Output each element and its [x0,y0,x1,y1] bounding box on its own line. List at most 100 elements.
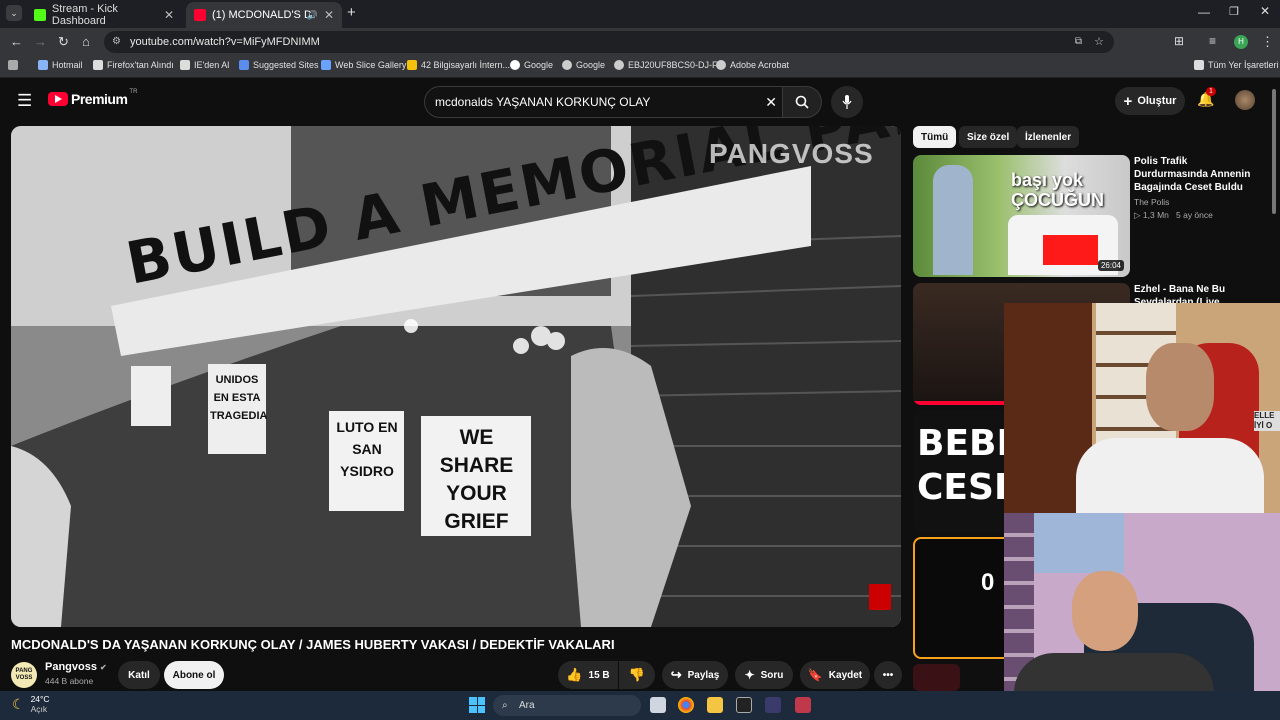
profile-avatar[interactable]: H [1234,35,1248,49]
address-bar-row: ← → ↻ ⌂ ⚙ youtube.com/watch?v=MiFyMFDNIM… [0,28,1280,56]
weather-widget[interactable]: ☾ 24°C Açık [12,694,50,714]
search-icon [795,95,809,109]
channel-name[interactable]: Pangvoss ✔ [45,661,107,673]
reload-icon[interactable]: ↻ [58,34,69,50]
browser-tab-strip: ⌄ Stream - Kick Dashboard ✕ (1) MCDONALD… [0,0,1280,28]
clear-search-icon[interactable]: ✕ [765,87,777,117]
rec-thumbnail-5[interactable] [913,664,960,691]
kick-icon [34,9,46,21]
video-player[interactable]: BUILD A MEMORIAL PARK WE SHARE YOUR GRIE… [11,126,901,627]
tab-kick-dashboard[interactable]: Stream - Kick Dashboard ✕ [26,2,182,28]
url-input[interactable]: ⚙ youtube.com/watch?v=MiFyMFDNIMM ⧉ ☆ [104,31,1114,53]
site-info-icon[interactable]: ⚙ [112,31,121,53]
bookmark-hotmail[interactable]: Hotmail [38,60,83,70]
rec-thumb-text: BEBEK CESETLER [917,423,1118,508]
youtube-icon [194,9,206,21]
bookmark-suggested-sites[interactable]: Suggested Sites [239,60,319,70]
bookmark-adobe[interactable]: Adobe Acrobat [716,60,789,70]
voice-search-button[interactable] [831,86,863,118]
restore-button[interactable]: ❐ [1229,5,1239,18]
close-icon[interactable]: ✕ [164,8,174,22]
start-button[interactable] [469,697,485,713]
close-icon[interactable]: ✕ [324,8,334,22]
taskbar-search[interactable]: ⌕ Ara [493,695,641,716]
minimize-button[interactable]: — [1198,5,1210,19]
rec-thumb-person [933,165,973,275]
app-icon[interactable] [795,697,811,713]
moon-icon: ☾ [12,695,25,712]
extensions-icon[interactable]: ⊞ [1174,34,1184,48]
menu-icon[interactable]: ⋮ [1261,34,1274,50]
microphone-icon [842,95,852,109]
tab-list-button[interactable]: ⌄ [6,5,22,21]
share-button[interactable]: ↪ Paylaş [662,661,728,689]
create-button[interactable]: + Oluştur [1115,87,1185,115]
page-scrollbar[interactable] [1272,89,1276,214]
save-button[interactable]: 🔖 Kaydet [800,661,870,689]
file-explorer-icon[interactable] [707,697,723,713]
bookmark-all[interactable]: Tüm Yer İşaretleri [1194,60,1279,70]
subscriber-count: 444 B abone [45,676,94,686]
notifications-button[interactable]: 🔔 1 [1197,87,1216,108]
subscribe-button[interactable]: Abone ol [164,661,224,689]
share-icon: ↪ [670,667,682,682]
plus-icon: + [1123,92,1133,110]
speaker-icon[interactable]: 🔊 [307,10,318,21]
close-window-button[interactable]: ✕ [1260,4,1270,18]
cam-person-head-2 [1072,571,1138,651]
url-text: youtube.com/watch?v=MiFyMFDNIMM [130,36,320,48]
webcam-overlay-streamer: ELLE İYİ O [1004,303,1280,513]
webcam-overlay-guest [1004,513,1280,720]
rec-thumb-blur [1043,235,1098,265]
bookmark-folder-firefox[interactable]: Firefox'tan Alındı [93,60,174,70]
search-input[interactable]: mcdonalds YAŞANAN KORKUNÇ OLAY ✕ [424,86,788,118]
bookmark-42[interactable]: 42 Bilgisayarlı İntern... [407,60,510,70]
youtube-logo[interactable]: Premium TR [48,89,137,107]
notification-badge: 1 [1206,87,1216,96]
bookmark-ebj[interactable]: EBJ20UF8BCS0-DJ-F... [614,60,724,70]
bookmark-google-2[interactable]: Google [562,60,605,70]
like-button[interactable]: 👍 15 B [558,661,618,689]
rec-channel-1[interactable]: The Polis [1134,197,1169,207]
home-icon[interactable]: ⌂ [82,34,90,49]
cam-person-shirt [1076,438,1264,513]
chip-for-you[interactable]: Size özel [959,126,1018,148]
bookmark-star-icon[interactable]: ☆ [1094,31,1104,53]
join-button[interactable]: Katıl [118,661,160,689]
rec-title-1[interactable]: Polis Trafik Durdurmasında Annenin Bagaj… [1134,155,1264,194]
ndi-icon[interactable] [736,697,752,713]
new-tab-button[interactable]: + [347,4,356,21]
task-view-icon[interactable] [650,697,666,713]
bookmark-google-1[interactable]: Google [510,60,553,70]
apps-icon[interactable] [8,60,22,70]
bookmark-icon: 🔖 [807,668,823,682]
hamburger-menu-icon[interactable]: ☰ [17,91,32,111]
ask-button[interactable]: ✦ Soru [735,661,793,689]
duration-badge: 26:04 [1097,260,1124,271]
tab-youtube-video[interactable]: (1) MCDONALD'S DA YAŞAN 🔊 ✕ [186,2,342,28]
install-icon[interactable]: ⧉ [1075,31,1082,53]
user-avatar[interactable] [1235,90,1255,110]
chip-all[interactable]: Tümü [913,126,957,148]
rec-thumbnail-1[interactable]: başı yok ÇOCUĞUN 26:04 [913,155,1130,277]
obs-icon[interactable] [765,697,781,713]
channel-avatar[interactable]: PANG VOSS [11,662,37,688]
cam-sign: ELLE İYİ O [1254,411,1280,431]
more-icon: ••• [882,669,894,681]
windows-taskbar: ☾ 24°C Açık ⌕ Ara [0,691,1280,720]
back-icon[interactable]: ← [10,34,23,49]
video-title: MCDONALD'S DA YAŞANAN KORKUNÇ OLAY / JAM… [11,637,615,652]
bookmark-folder-ie[interactable]: IE'den Al [180,60,229,70]
bookmark-web-slice[interactable]: Web Slice Gallery [321,60,406,70]
rec-thumb-text: başı yok ÇOCUĞUN [1011,170,1104,210]
reading-list-icon[interactable]: ≡ [1209,34,1216,48]
bookmarks-bar: Hotmail Firefox'tan Alındı IE'den Al Sug… [0,56,1280,78]
chrome-icon[interactable] [678,697,694,713]
video-watermark: PANGVOSS [709,138,874,169]
search-button[interactable] [782,86,822,118]
dislike-button[interactable]: 👎 [619,661,655,689]
forward-icon[interactable]: → [34,34,47,49]
chip-watched[interactable]: İzlenenler [1017,126,1080,148]
more-actions-button[interactable]: ••• [874,661,902,689]
tab-title: (1) MCDONALD'S DA YAŞAN [212,9,312,21]
